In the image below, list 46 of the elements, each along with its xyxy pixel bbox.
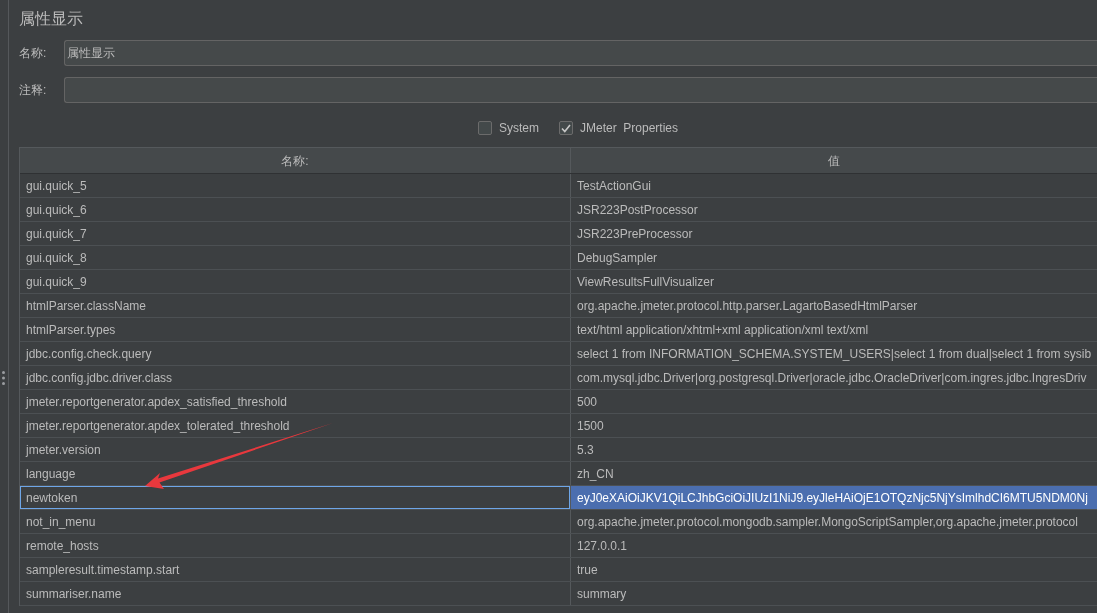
table-cell: gui.quick_5 [20,174,571,197]
table-cell-text: true [576,561,599,579]
table-cell-text: zh_CN [576,465,615,483]
table-cell: htmlParser.types [20,318,571,341]
table-cell-text: 127.0.0.1 [576,537,629,555]
table-cell-text: 5.3 [576,441,595,459]
table-cell-text: summary [576,585,628,603]
checkbox-label[interactable]: JMeter Properties [580,120,679,136]
column-header[interactable]: 名称: [20,148,571,173]
checkbox[interactable] [477,121,492,135]
table-cell-text: org.apache.jmeter.protocol.http.parser.LagartoBasedHtmlParser [576,297,919,315]
table-cell: jdbc.config.check.query [20,342,571,365]
input-field[interactable] [64,77,1097,103]
table-cell: jdbc.config.jdbc.driver.class [20,366,571,389]
field-label: 注释: [19,82,48,98]
table-cell-text: TestActionGui [576,177,653,195]
table-cell: jmeter.reportgenerator.apdex_satisfied_threshold [20,390,571,413]
table-cell: gui.quick_9 [20,270,571,293]
table-cell-text: org.apache.jmeter.protocol.mongodb.sampler.MongoScriptSampler,org.apache.jmeter.protocol [576,513,1079,531]
input-field[interactable]: 属性显示 [64,40,1097,66]
table-cell-text: DebugSampler [576,249,659,267]
table-cell: newtoken [20,486,571,509]
table-cell-text: select 1 from INFORMATION_SCHEMA.SYSTEM_USERS|select 1 from dual|select 1 from sysib [576,345,1093,363]
table-cell: summariser.name [20,582,571,605]
table-cell-text: 500 [576,393,599,411]
table-cell: gui.quick_6 [20,198,571,221]
table-cell-text: JSR223PostProcessor [576,201,699,219]
table-cell: remote_hosts [20,534,571,557]
table-cell: eyJ0eXAiOiJKV1QiLCJhbGciOiJIUzI1NiJ9.eyJleHAiOjE1OTQzNjc5NjYsImlhdCI6MTU5NDM0Nj [571,486,1097,509]
table-cell-text: com.mysql.jdbc.Driver|org.postgresql.Driver|oracle.jdbc.OracleDriver|com.ingres.jdbc.IngresDriv [576,369,1088,387]
table-cell-text: JSR223PreProcessor [576,225,694,243]
field-label: 名称: [19,45,48,61]
table-cell: htmlParser.className [20,294,571,317]
table-cell: gui.quick_8 [20,246,571,269]
grip-icon[interactable] [2,371,5,385]
checkmark-icon [561,123,571,133]
table-cell: gui.quick_7 [20,222,571,245]
table-cell-text: 1500 [576,417,605,435]
table-cell-text: text/html application/xhtml+xml application/xml text/xml [576,321,870,339]
column-header[interactable]: 值 [571,148,1097,173]
table-cell: sampleresult.timestamp.start [20,558,571,581]
checkbox[interactable] [559,121,573,135]
table-cell-text: ViewResultsFullVisualizer [576,273,715,291]
checkbox-label[interactable]: System [498,120,539,136]
panel-title: 属性显示 [19,9,83,29]
table-cell: not_in_menu [20,510,571,533]
